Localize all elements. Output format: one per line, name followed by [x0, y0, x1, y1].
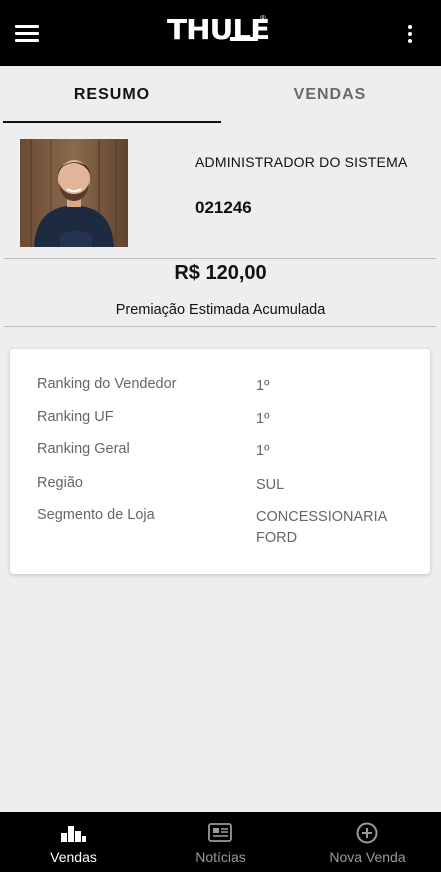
- user-name: ADMINISTRADOR DO SISTEMA: [195, 154, 408, 170]
- tab-bar: RESUMO VENDAS: [0, 66, 441, 124]
- divider: [4, 326, 436, 327]
- detail-label: Segmento de Loja: [37, 507, 155, 523]
- detail-value: 1º: [256, 411, 270, 427]
- user-code: 021246: [195, 198, 252, 217]
- nav-vendas[interactable]: Vendas: [0, 812, 147, 872]
- avatar: [20, 139, 128, 247]
- ranking-card: Ranking do Vendedor 1º Ranking UF 1º Ran…: [10, 349, 430, 574]
- active-tab-indicator: [3, 121, 221, 123]
- detail-value: 1º: [256, 443, 270, 459]
- nav-label: Notícias: [195, 849, 246, 865]
- nav-label: Vendas: [50, 849, 97, 865]
- nav-label: Nova Venda: [329, 849, 406, 865]
- divider: [4, 258, 436, 259]
- detail-label: Região: [37, 475, 83, 491]
- detail-value: CONCESSIONARIA FORD: [256, 509, 387, 546]
- tab-vendas[interactable]: VENDAS: [220, 66, 440, 124]
- nav-nova-venda[interactable]: Nova Venda: [294, 812, 441, 872]
- estimated-award-amount: R$ 120,00: [174, 262, 267, 284]
- bottom-navigation: Vendas Notícias Nova Venda: [0, 812, 441, 872]
- bar-chart-icon: [61, 826, 86, 842]
- nav-noticias[interactable]: Notícias: [147, 812, 294, 872]
- app-bar: THULE ®: [0, 0, 441, 66]
- estimated-award-caption: Premiação Estimada Acumulada: [115, 302, 326, 318]
- detail-value: 1º: [256, 378, 270, 394]
- newspaper-icon: [208, 823, 232, 842]
- detail-label: Ranking UF: [37, 409, 114, 425]
- hamburger-menu-icon[interactable]: [14, 22, 40, 44]
- detail-value: SUL: [256, 477, 285, 493]
- detail-label: Ranking Geral: [37, 441, 130, 457]
- add-circle-icon: [356, 822, 378, 844]
- tab-resumo[interactable]: RESUMO: [2, 66, 222, 124]
- detail-label: Ranking do Vendedor: [37, 376, 177, 392]
- thule-logo: THULE ®: [167, 13, 270, 46]
- more-vertical-icon[interactable]: [402, 22, 418, 46]
